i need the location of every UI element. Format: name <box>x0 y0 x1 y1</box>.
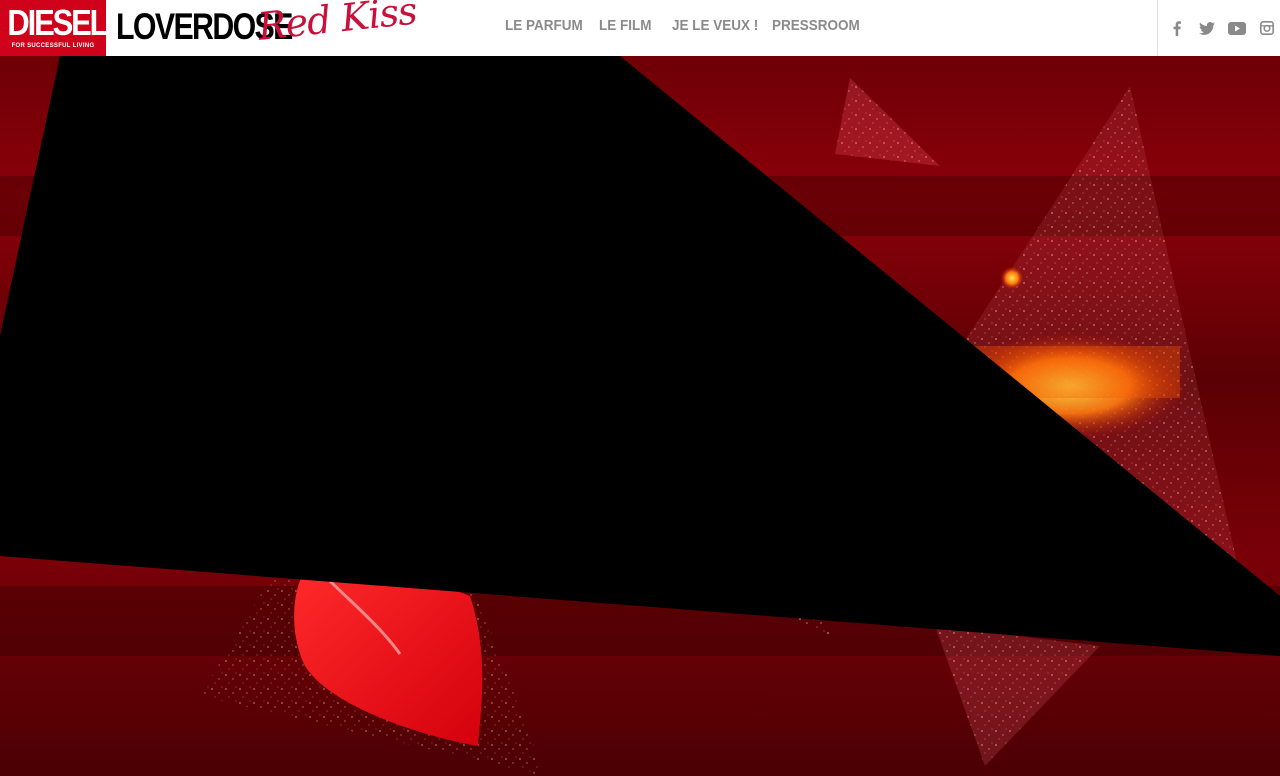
main-nav: LE PARFUM LE FILM JE LE VEUX ! PRESSROOM <box>505 17 896 34</box>
diesel-logo[interactable]: DIESEL FOR SUCCESSFUL LIVING <box>0 0 108 56</box>
hero-artwork <box>0 56 1280 776</box>
top-navigation-bar: DIESEL FOR SUCCESSFUL LIVING LOVERDOSE R… <box>0 0 1280 56</box>
sparkle-triangle-tint <box>835 78 940 166</box>
facebook-icon[interactable] <box>1168 19 1186 37</box>
hero-video-frame[interactable] <box>0 56 1280 776</box>
sparkle-triangle-tint <box>935 626 1100 766</box>
social-links <box>1168 19 1280 37</box>
product-edition-script: Red Kiss <box>255 0 419 49</box>
youtube-icon[interactable] <box>1228 19 1246 37</box>
nav-le-parfum[interactable]: LE PARFUM <box>505 17 583 34</box>
nav-je-le-veux[interactable]: JE LE VEUX ! <box>672 17 758 34</box>
diesel-logo-text: DIESEL <box>7 2 108 43</box>
social-divider <box>1157 0 1158 56</box>
instagram-icon[interactable] <box>1258 19 1276 37</box>
light-glow <box>1000 266 1024 290</box>
nav-le-film[interactable]: LE FILM <box>599 17 651 34</box>
nav-pressroom[interactable]: PRESSROOM <box>772 17 860 34</box>
twitter-icon[interactable] <box>1198 19 1216 37</box>
diesel-tagline: FOR SUCCESSFUL LIVING <box>11 43 95 49</box>
